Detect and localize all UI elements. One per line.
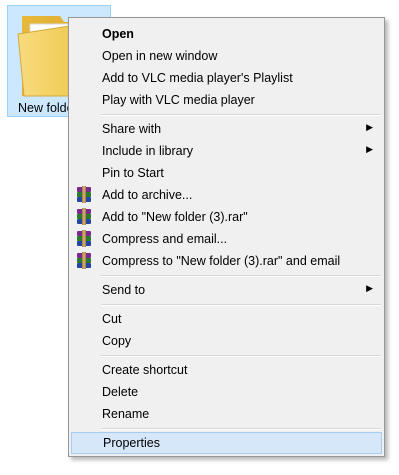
menu-item-label: Share with — [102, 122, 162, 136]
menu-item-label: Copy — [102, 334, 132, 348]
menu-item-label: Add to archive... — [102, 188, 193, 202]
winrar-icon — [77, 208, 91, 225]
menu-item-label: Open — [102, 27, 134, 41]
menu-item-add-to-archive[interactable]: Add to archive... — [71, 184, 382, 206]
menu-separator — [101, 355, 381, 357]
submenu-arrow-icon: ▶ — [366, 144, 373, 154]
menu-item-label: Delete — [102, 385, 139, 399]
menu-item-rename[interactable]: Rename — [71, 403, 382, 425]
menu-item-label: Add to "New folder (3).rar" — [102, 210, 248, 224]
menu-item-label: Rename — [102, 407, 150, 421]
menu-item-label: Add to VLC media player's Playlist — [102, 71, 293, 85]
menu-item-pin-to-start[interactable]: Pin to Start — [71, 162, 382, 184]
winrar-icon — [77, 186, 91, 203]
menu-item-open-in-new-window[interactable]: Open in new window — [71, 45, 382, 67]
menu-item-compress-to-rar-and-email[interactable]: Compress to "New folder (3).rar" and ema… — [71, 250, 382, 272]
menu-item-label: Play with VLC media player — [102, 93, 255, 107]
menu-item-add-to-vlc-playlist[interactable]: Add to VLC media player's Playlist — [71, 67, 382, 89]
menu-item-label: Cut — [102, 312, 122, 326]
winrar-icon — [77, 230, 91, 247]
winrar-icon — [77, 252, 91, 269]
menu-item-label: Properties — [103, 436, 160, 450]
menu-item-include-in-library[interactable]: Include in library ▶ — [71, 140, 382, 162]
menu-item-copy[interactable]: Copy — [71, 330, 382, 352]
menu-item-label: Compress to "New folder (3).rar" and ema… — [102, 254, 341, 268]
menu-item-label: Send to — [102, 283, 146, 297]
menu-item-play-with-vlc[interactable]: Play with VLC media player — [71, 89, 382, 111]
menu-item-delete[interactable]: Delete — [71, 381, 382, 403]
menu-item-compress-and-email[interactable]: Compress and email... — [71, 228, 382, 250]
menu-item-label: Create shortcut — [102, 363, 188, 377]
menu-item-open[interactable]: Open — [71, 23, 382, 45]
menu-item-share-with[interactable]: Share with ▶ — [71, 118, 382, 140]
menu-separator — [101, 428, 381, 430]
menu-item-create-shortcut[interactable]: Create shortcut — [71, 359, 382, 381]
context-menu: Open Open in new window Add to VLC media… — [68, 17, 385, 457]
menu-item-cut[interactable]: Cut — [71, 308, 382, 330]
menu-item-label: Compress and email... — [102, 232, 228, 246]
menu-item-properties[interactable]: Properties — [71, 432, 382, 454]
menu-item-label: Pin to Start — [102, 166, 164, 180]
menu-item-label: Open in new window — [102, 49, 218, 63]
menu-item-add-to-rar[interactable]: Add to "New folder (3).rar" — [71, 206, 382, 228]
menu-separator — [101, 114, 381, 116]
menu-separator — [101, 304, 381, 306]
menu-separator — [101, 275, 381, 277]
submenu-arrow-icon: ▶ — [366, 283, 373, 293]
menu-item-label: Include in library — [102, 144, 194, 158]
submenu-arrow-icon: ▶ — [366, 122, 373, 132]
desktop: New folder (3) Open Open in new window A… — [0, 0, 399, 475]
menu-item-send-to[interactable]: Send to ▶ — [71, 279, 382, 301]
